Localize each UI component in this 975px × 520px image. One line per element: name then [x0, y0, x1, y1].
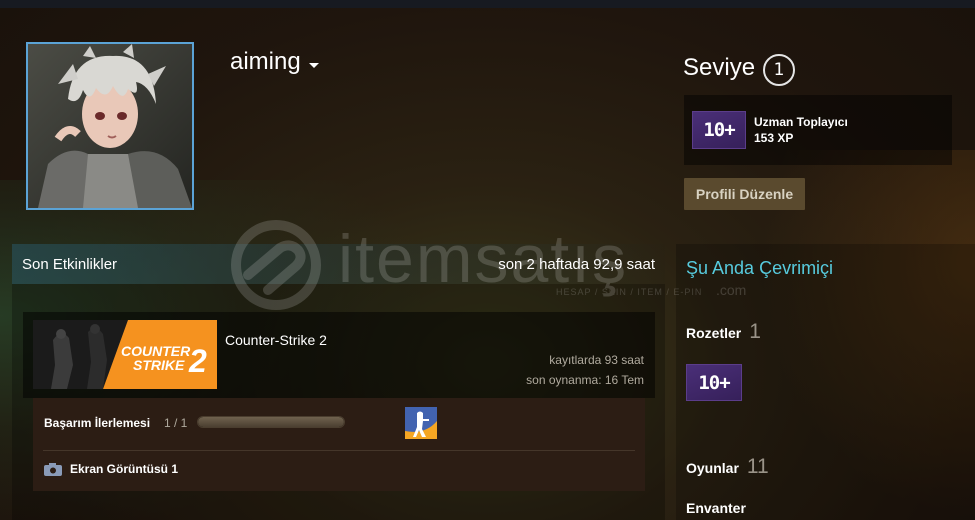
badges-count: 1	[749, 320, 761, 343]
screenshots-label: Ekran Görüntüsü 1	[70, 462, 179, 476]
collector-badge-icon: 10+	[692, 111, 746, 149]
game-total-hours: kayıtlarda 93 saat	[549, 353, 644, 367]
inventory-link[interactable]: Envanter	[686, 500, 746, 516]
recent-activity-header: Son Etkinlikler son 2 haftada 92,9 saat	[12, 244, 665, 284]
username-label: aiming	[230, 48, 301, 75]
edit-profile-button[interactable]: Profili Düzenle	[684, 178, 805, 210]
game-capsule-image[interactable]: COUNTER STRIKE 2	[33, 320, 217, 389]
level-section: Seviye 1	[683, 50, 796, 86]
avatar-image	[28, 44, 192, 208]
camera-icon	[44, 462, 62, 476]
badge-title: Uzman Toplayıcı	[754, 115, 848, 129]
recent-activity-title: Son Etkinlikler	[22, 255, 118, 273]
featured-badge[interactable]: 10+ Uzman Toplayıcı 153 XP	[684, 95, 952, 165]
chevron-down-icon	[308, 62, 319, 68]
achievement-count: 1 / 1	[164, 416, 188, 430]
cs2-logo-line2: STRIKE	[133, 357, 185, 373]
games-label: Oyunlar	[686, 460, 739, 476]
collector-badge-icon-small[interactable]: 10+	[686, 364, 742, 401]
featured-badge-info: Uzman Toplayıcı 153 XP	[754, 115, 848, 145]
game-details-panel: Başarım İlerlemesi 1 / 1 Ekran Görüntüsü…	[33, 398, 645, 491]
game-card: COUNTER STRIKE 2 Counter-Strike 2 kayıtl…	[23, 312, 655, 398]
level-badge[interactable]: 1	[763, 54, 796, 86]
inventory-label: Envanter	[686, 500, 746, 516]
recent-activity-summary: son 2 haftada 92,9 saat	[498, 255, 655, 273]
level-label: Seviye	[683, 54, 756, 81]
game-name[interactable]: Counter-Strike 2	[225, 332, 327, 348]
cs-achievement-icon[interactable]	[405, 407, 437, 439]
online-status: Şu Anda Çevrimiçi	[686, 258, 834, 278]
game-last-played: son oynanma: 16 Tem	[526, 373, 644, 387]
badges-link[interactable]: Rozetler 1	[686, 320, 761, 344]
cs2-logo-number: 2	[188, 343, 207, 379]
avatar[interactable]	[26, 42, 194, 210]
top-bar	[0, 0, 975, 8]
badge-xp: 153 XP	[754, 131, 794, 145]
screenshots-link[interactable]: Ekran Görüntüsü 1	[44, 462, 178, 476]
details-divider	[43, 450, 635, 451]
cs2-logo: COUNTER STRIKE 2	[33, 320, 217, 389]
achievement-progress-label[interactable]: Başarım İlerlemesi	[44, 416, 150, 430]
badges-label: Rozetler	[686, 325, 742, 341]
achievement-progress-bar	[197, 416, 345, 428]
games-count: 11	[746, 455, 769, 478]
achievement-progress-fill	[198, 417, 344, 427]
games-link[interactable]: Oyunlar 11	[686, 455, 769, 479]
username-dropdown[interactable]: aiming	[230, 48, 319, 76]
